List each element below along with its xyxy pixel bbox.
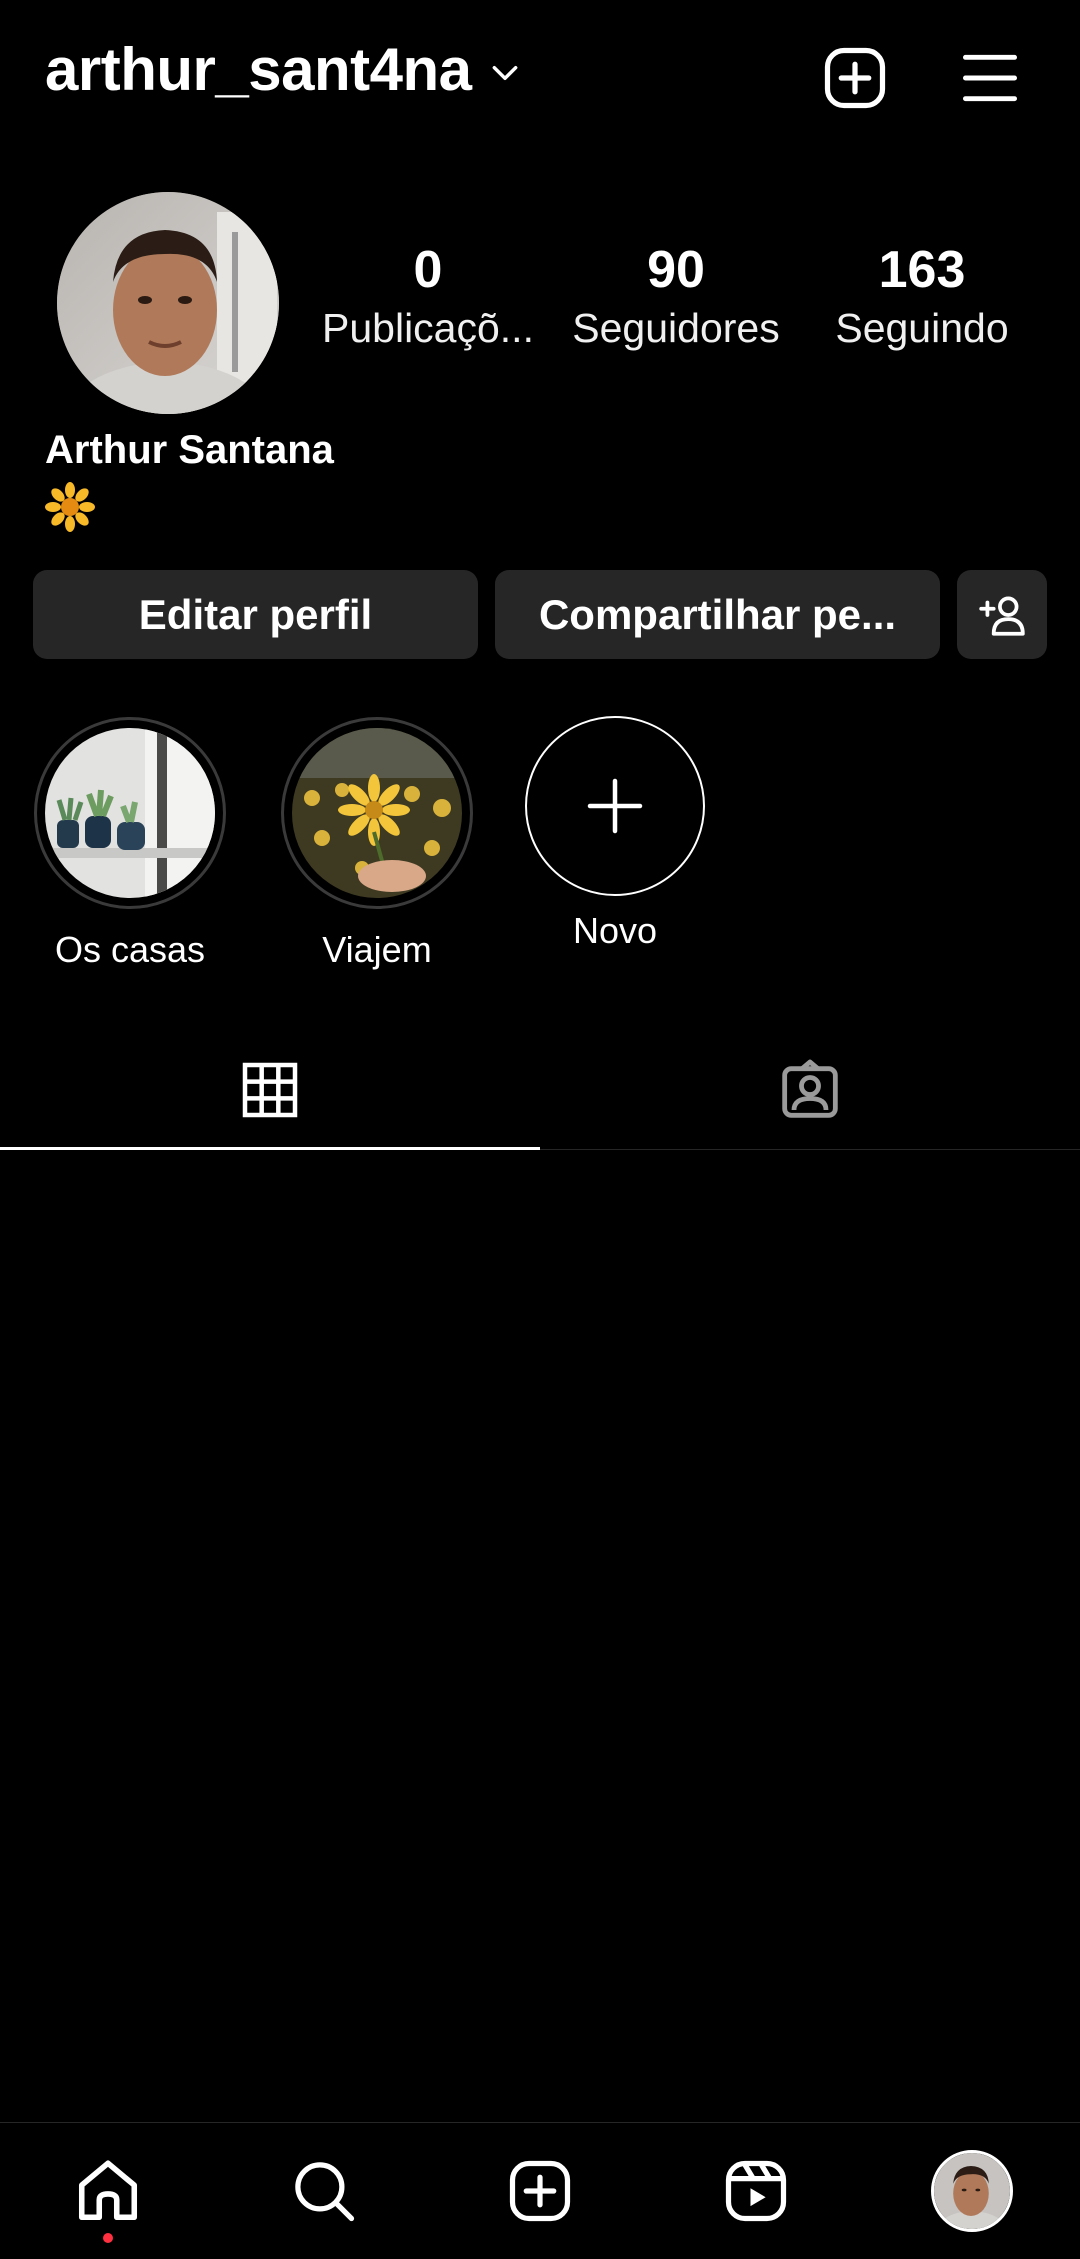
avatar (931, 2150, 1013, 2232)
create-button[interactable] (815, 38, 895, 118)
menu-button[interactable] (950, 38, 1030, 118)
nav-reels[interactable] (648, 2123, 864, 2259)
nav-search[interactable] (216, 2123, 432, 2259)
edit-profile-button[interactable]: Editar perfil (33, 570, 478, 659)
highlight-label: Os casas (54, 929, 206, 970)
stat-value: 0 (413, 241, 443, 299)
profile-tabs (0, 1030, 1080, 1150)
tagged-person-icon (782, 1059, 838, 1118)
chevron-down-icon[interactable] (489, 57, 521, 89)
new-highlight-button[interactable]: Novo (515, 716, 715, 952)
stat-value: 163 (878, 241, 966, 299)
account-switcher[interactable]: arthur_sant4na (45, 35, 521, 104)
posts-count[interactable]: 0 Publicaçõ... (308, 240, 548, 356)
highlight-ring (281, 717, 473, 909)
username[interactable]: arthur_sant4na (45, 35, 472, 104)
highlight-label: Viajem (322, 929, 432, 970)
highlight-ring (34, 717, 226, 909)
avatar-photo (57, 192, 279, 414)
highlight-viajem[interactable]: Viajem (277, 717, 477, 971)
search-icon (295, 2162, 355, 2222)
profile-stats: 0 Publicaçõ... 90 Seguidores 163 Seguind… (322, 240, 1050, 370)
highlight-cover (292, 728, 462, 898)
stat-label: Seguindo (835, 305, 1009, 351)
highlight-os-casas[interactable]: Os casas (30, 717, 230, 971)
notification-dot (103, 2233, 113, 2243)
tab-posts-grid[interactable] (0, 1030, 540, 1150)
hamburger-menu-icon (963, 54, 1017, 102)
top-bar: arthur_sant4na (0, 0, 1080, 150)
nav-home[interactable] (0, 2123, 216, 2259)
plus-square-icon (824, 47, 886, 109)
plus-icon (587, 778, 643, 834)
add-person-icon (979, 595, 1025, 636)
stat-value: 90 (647, 241, 705, 299)
following-count[interactable]: 163 Seguindo (802, 240, 1042, 356)
stat-label: Publicaçõ... (322, 305, 534, 351)
stat-label: Seguidores (572, 305, 780, 351)
highlight-label: Novo (572, 910, 658, 951)
profile-full-name: Arthur Santana (45, 428, 334, 472)
reels-icon (725, 2160, 787, 2222)
new-highlight-ring (525, 716, 705, 896)
profile-avatar[interactable] (57, 192, 279, 414)
grid-icon (242, 1062, 298, 1118)
nav-create[interactable] (432, 2123, 648, 2259)
share-profile-button[interactable]: Compartilhar pe... (495, 570, 940, 659)
home-icon (78, 2160, 138, 2221)
active-tab-indicator (0, 1147, 540, 1150)
discover-people-button[interactable] (957, 570, 1047, 659)
plus-square-icon (509, 2160, 571, 2222)
followers-count[interactable]: 90 Seguidores (556, 240, 796, 356)
sunflower-emoji (45, 482, 95, 532)
tab-tagged[interactable] (540, 1030, 1080, 1150)
highlight-cover (45, 728, 215, 898)
nav-profile[interactable] (864, 2123, 1080, 2259)
bottom-navigation (0, 2122, 1080, 2258)
